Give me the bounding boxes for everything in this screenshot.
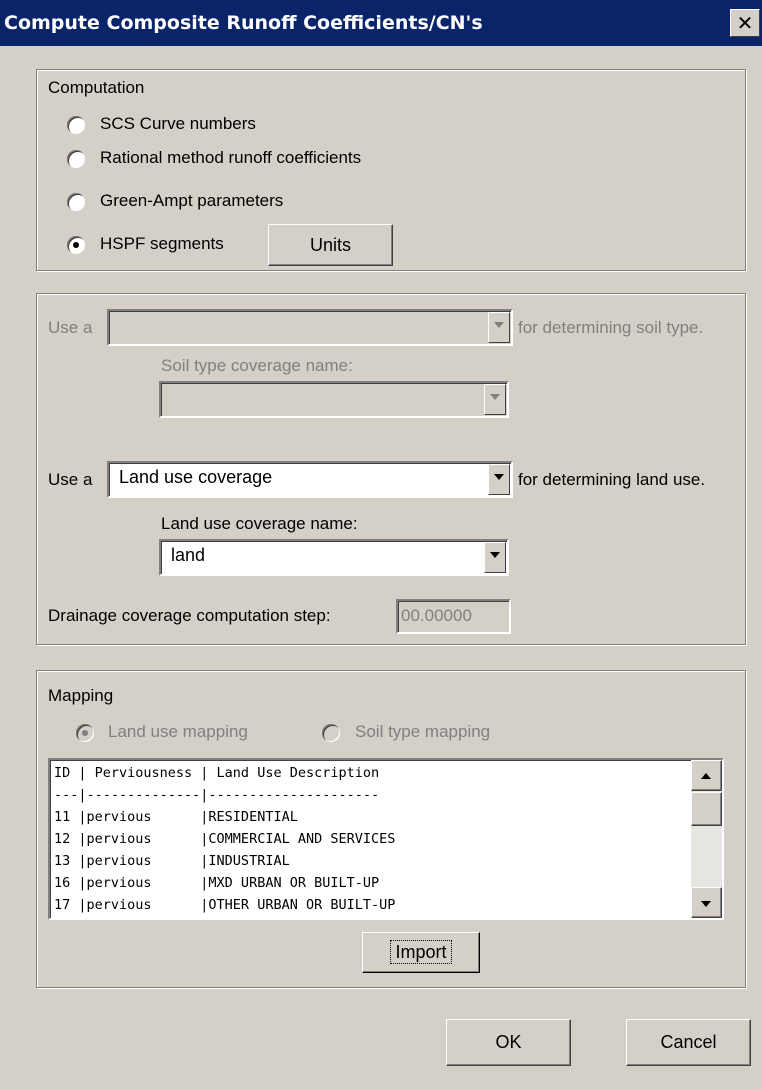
drainage-step-value: 00.00000 [401, 606, 472, 625]
chevron-down-icon[interactable] [488, 464, 510, 495]
land-coverage-type-value: Land use coverage [119, 467, 273, 487]
chevron-down-icon[interactable] [484, 384, 506, 415]
land-use-mapping-label[interactable]: Land use mapping [108, 722, 248, 742]
list-scrollbar[interactable] [691, 760, 722, 918]
soil-suffix-label: for determining soil type. [518, 318, 704, 337]
mapping-legend: Mapping [48, 686, 114, 705]
hspf-segments-radio[interactable] [67, 236, 85, 254]
list-item[interactable]: 16 |pervious |MXD URBAN OR BUILT-UP [54, 875, 379, 891]
cancel-button-label: Cancel [660, 1032, 717, 1052]
import-button[interactable]: Import [362, 932, 480, 973]
list-item[interactable]: ---|--------------|--------------------- [54, 787, 379, 803]
chevron-up-icon [696, 765, 718, 785]
soil-coverage-type-select[interactable] [107, 309, 513, 346]
green-ampt-label[interactable]: Green-Ampt parameters [100, 191, 283, 211]
soil-type-coverage-name-label: Soil type coverage name: [161, 356, 353, 375]
chevron-down-icon [696, 892, 718, 912]
mapping-list[interactable]: ID | Perviousness | Land Use Description… [48, 758, 724, 920]
land-use-coverage-name-select[interactable]: land [159, 539, 509, 576]
title-bar: Compute Composite Runoff Coefficients/CN… [0, 0, 762, 46]
soil-type-mapping-label[interactable]: Soil type mapping [355, 722, 490, 742]
soil-use-a-label: Use a [48, 318, 93, 337]
land-use-coverage-name-value: land [171, 545, 206, 565]
drainage-step-label: Drainage coverage computation step: [48, 606, 331, 625]
cancel-button[interactable]: Cancel [626, 1019, 751, 1066]
land-use-mapping-radio[interactable] [76, 724, 94, 742]
import-button-label: Import [390, 940, 452, 964]
green-ampt-radio[interactable] [67, 193, 85, 211]
ok-button[interactable]: OK [446, 1019, 571, 1066]
computation-legend: Computation [48, 78, 145, 97]
list-item[interactable]: 13 |pervious |INDUSTRIAL [54, 853, 290, 869]
list-item[interactable]: 11 |pervious |RESIDENTIAL [54, 809, 298, 825]
chevron-down-icon[interactable] [488, 312, 510, 343]
scroll-thumb[interactable] [691, 792, 722, 826]
list-item[interactable]: 12 |pervious |COMMERCIAL AND SERVICES [54, 831, 395, 847]
drainage-step-input[interactable]: 00.00000 [396, 599, 511, 634]
scroll-down-button[interactable] [691, 887, 722, 918]
scroll-up-button[interactable] [691, 760, 722, 791]
rational-method-radio[interactable] [67, 150, 85, 168]
list-item[interactable]: ID | Perviousness | Land Use Description [54, 765, 379, 781]
close-icon: ✕ [736, 11, 754, 35]
land-suffix-label: for determining land use. [518, 470, 706, 489]
chevron-down-icon[interactable] [484, 542, 506, 573]
land-use-a-label: Use a [48, 470, 93, 489]
units-button[interactable]: Units [268, 224, 393, 266]
land-use-coverage-name-label: Land use coverage name: [161, 514, 358, 533]
ok-button-label: OK [495, 1032, 522, 1052]
hspf-segments-label[interactable]: HSPF segments [100, 234, 224, 254]
soil-type-mapping-radio[interactable] [322, 724, 340, 742]
units-button-label: Units [309, 235, 351, 255]
window-title: Compute Composite Runoff Coefficients/CN… [4, 12, 483, 34]
list-item[interactable]: 17 |pervious |OTHER URBAN OR BUILT-UP [54, 897, 395, 913]
scs-curve-numbers-label[interactable]: SCS Curve numbers [100, 114, 256, 134]
scs-curve-numbers-radio[interactable] [67, 116, 85, 134]
soil-type-coverage-name-select[interactable] [159, 381, 509, 418]
land-coverage-type-select[interactable]: Land use coverage [107, 461, 513, 498]
rational-method-label[interactable]: Rational method runoff coefficients [100, 148, 361, 168]
close-button[interactable]: ✕ [730, 9, 760, 37]
